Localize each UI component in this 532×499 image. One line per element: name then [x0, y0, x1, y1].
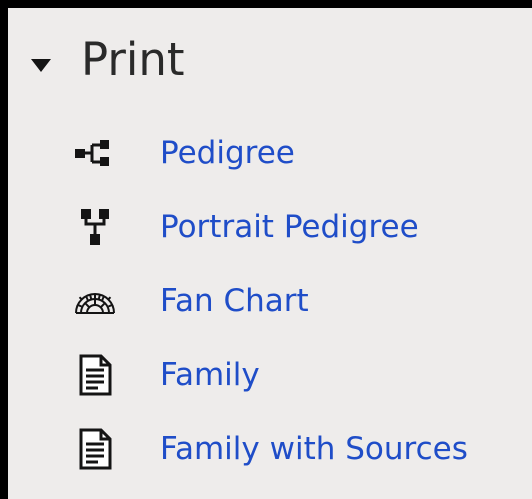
- fan-chart-icon: [75, 293, 115, 314]
- document-icon: [79, 428, 112, 470]
- print-item-pedigree[interactable]: Pedigree: [63, 118, 532, 188]
- print-item-family-with-sources[interactable]: Family with Sources: [63, 414, 532, 484]
- portrait-pedigree-link[interactable]: Portrait Pedigree: [160, 210, 419, 244]
- section-title: Print: [81, 33, 185, 86]
- pedigree-link[interactable]: Pedigree: [160, 136, 295, 170]
- document-icon: [79, 354, 112, 396]
- pedigree-chart-icon: [75, 140, 109, 166]
- print-item-fan-chart[interactable]: Fan Chart: [63, 266, 532, 336]
- print-panel: Print Pedigree Portrait Pedigree Fan Cha…: [8, 8, 532, 499]
- print-item-portrait-pedigree[interactable]: Portrait Pedigree: [63, 192, 532, 262]
- print-section-header[interactable]: Print: [8, 8, 532, 124]
- portrait-pedigree-icon: [81, 209, 109, 245]
- fan-chart-link[interactable]: Fan Chart: [160, 284, 309, 318]
- family-link[interactable]: Family: [160, 358, 260, 392]
- caret-down-icon[interactable]: [31, 59, 51, 72]
- family-with-sources-link[interactable]: Family with Sources: [160, 432, 468, 466]
- print-item-family[interactable]: Family: [63, 340, 532, 410]
